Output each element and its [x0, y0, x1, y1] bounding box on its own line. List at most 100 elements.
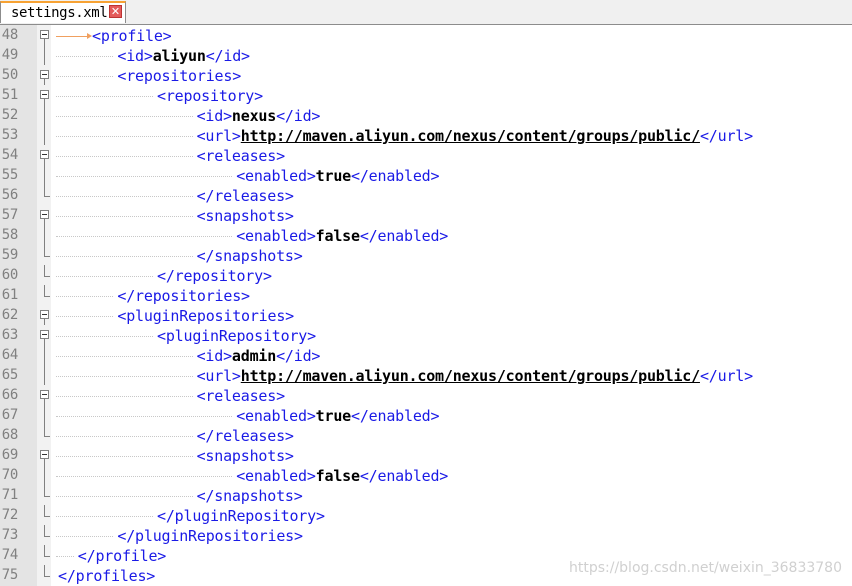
- fold-guide: [44, 265, 45, 276]
- code-text: <id>admin</id>: [197, 347, 321, 365]
- code-line[interactable]: 67 <enabled>true</enabled>: [0, 405, 852, 425]
- code-text: </snapshots>: [197, 247, 303, 265]
- line-number: 66: [1, 387, 19, 403]
- line-number: 69: [1, 447, 19, 463]
- fold-guide: [44, 105, 45, 125]
- line-number: 74: [1, 547, 19, 563]
- fold-toggle-icon[interactable]: [40, 310, 49, 319]
- code-line[interactable]: 64 <id>admin</id>: [0, 345, 852, 365]
- fold-end-marker: [44, 496, 50, 497]
- xml-tag: <snapshots>: [196, 447, 294, 465]
- line-number: 64: [1, 347, 19, 363]
- fold-end-marker: [44, 536, 50, 537]
- line-number: 50: [1, 67, 19, 83]
- indent-dots: [56, 396, 193, 397]
- url-value[interactable]: http://maven.aliyun.com/nexus/content/gr…: [241, 367, 700, 385]
- code-line[interactable]: 70 <enabled>false</enabled>: [0, 465, 852, 485]
- line-number: 53: [1, 127, 19, 143]
- watermark: https://blog.csdn.net/weixin_36833780: [568, 560, 842, 576]
- code-line[interactable]: 60 </repository>: [0, 265, 852, 285]
- code-line[interactable]: 63 <pluginRepository>: [0, 325, 852, 345]
- xml-tag: <id>: [196, 107, 233, 125]
- xml-tag: <id>: [196, 347, 233, 365]
- fold-guide: [44, 525, 45, 536]
- code-text: <releases>: [197, 387, 286, 405]
- xml-tag: <url>: [196, 367, 241, 385]
- code-line[interactable]: 68 </releases>: [0, 425, 852, 445]
- code-line[interactable]: 53 <url>http://maven.aliyun.com/nexus/con…: [0, 125, 852, 145]
- code-line[interactable]: 52 <id>nexus</id>: [0, 105, 852, 125]
- code-line[interactable]: 71 </snapshots>: [0, 485, 852, 505]
- code-text: <url>http://maven.aliyun.com/nexus/conte…: [197, 127, 754, 145]
- tab-bar: settings.xml ✕: [0, 0, 852, 25]
- xml-tag: </pluginRepository>: [157, 507, 325, 525]
- indent-dots: [56, 556, 74, 557]
- indent-dots: [56, 136, 193, 137]
- code-text: <enabled>true</enabled>: [236, 167, 439, 185]
- code-line[interactable]: 51 <repository>: [0, 85, 852, 105]
- line-number: 75: [1, 567, 19, 583]
- url-value[interactable]: http://maven.aliyun.com/nexus/content/gr…: [241, 127, 700, 145]
- code-line[interactable]: 69 <snapshots>: [0, 445, 852, 465]
- xml-tag: </pluginRepositories>: [117, 527, 303, 545]
- indent-dots: [56, 176, 233, 177]
- code-line[interactable]: 72 </pluginRepository>: [0, 505, 852, 525]
- line-number: 56: [1, 187, 19, 203]
- fold-toggle-icon[interactable]: [40, 450, 49, 459]
- fold-guide: [44, 505, 45, 516]
- code-line[interactable]: 58 <enabled>false</enabled>: [0, 225, 852, 245]
- code-line[interactable]: 66 <releases>: [0, 385, 852, 405]
- xml-tag: <pluginRepositories>: [117, 307, 295, 325]
- xml-tag: </snapshots>: [196, 247, 303, 265]
- code-text: <enabled>false</enabled>: [236, 227, 448, 245]
- xml-tag: <enabled>: [236, 467, 316, 485]
- xml-tag: </releases>: [196, 427, 294, 445]
- fold-guide: [44, 465, 45, 485]
- fold-toggle-icon[interactable]: [40, 330, 49, 339]
- line-number: 48: [1, 27, 19, 43]
- fold-toggle-icon[interactable]: [40, 150, 49, 159]
- close-icon[interactable]: ✕: [109, 5, 122, 18]
- xml-tag: <releases>: [196, 147, 286, 165]
- code-line[interactable]: 48 <profile>: [0, 25, 852, 45]
- fold-guide: [44, 345, 45, 365]
- fold-toggle-icon[interactable]: [40, 70, 49, 79]
- code-line[interactable]: 56 </releases>: [0, 185, 852, 205]
- indent-dots: [56, 496, 193, 497]
- code-line[interactable]: 55 <enabled>true</enabled>: [0, 165, 852, 185]
- code-line[interactable]: 54 <releases>: [0, 145, 852, 165]
- line-number: 59: [1, 247, 19, 263]
- code-text: </pluginRepositories>: [117, 527, 303, 545]
- fold-toggle-icon[interactable]: [40, 90, 49, 99]
- code-text: </profiles>: [58, 567, 155, 585]
- code-line[interactable]: 65 <url>http://maven.aliyun.com/nexus/con…: [0, 365, 852, 385]
- fold-guide: [44, 225, 45, 245]
- code-text: <pluginRepository>: [157, 327, 316, 345]
- tab-settings-xml[interactable]: settings.xml ✕: [0, 1, 126, 23]
- code-editor[interactable]: 48 <profile> 49 <id>aliyun</id> 50 <repositor…: [0, 25, 852, 586]
- code-line[interactable]: 73 </pluginRepositories>: [0, 525, 852, 545]
- code-text: </profile>: [78, 547, 167, 565]
- fold-end-marker: [44, 436, 50, 437]
- code-text: <profile>: [92, 27, 172, 45]
- code-text: <snapshots>: [197, 207, 294, 225]
- code-line[interactable]: 49 <id>aliyun</id>: [0, 45, 852, 65]
- line-number: 67: [1, 407, 19, 423]
- xml-tag: </id>: [205, 47, 250, 65]
- code-text: </pluginRepository>: [157, 507, 325, 525]
- xml-tag: </profiles>: [58, 567, 156, 585]
- fold-toggle-icon[interactable]: [40, 210, 49, 219]
- text-value: true: [315, 407, 352, 425]
- code-line[interactable]: 62 <pluginRepositories>: [0, 305, 852, 325]
- fold-guide: [44, 125, 45, 145]
- fold-toggle-icon[interactable]: [40, 30, 49, 39]
- code-line[interactable]: 50 <repositories>: [0, 65, 852, 85]
- fold-toggle-icon[interactable]: [40, 390, 49, 399]
- code-line[interactable]: 57 <snapshots>: [0, 205, 852, 225]
- code-line[interactable]: 61 </repositories>: [0, 285, 852, 305]
- code-text: <repositories>: [117, 67, 241, 85]
- fold-end-marker: [44, 516, 50, 517]
- xml-tag: <enabled>: [236, 167, 316, 185]
- fold-end-marker: [44, 256, 50, 257]
- code-line[interactable]: 59 </snapshots>: [0, 245, 852, 265]
